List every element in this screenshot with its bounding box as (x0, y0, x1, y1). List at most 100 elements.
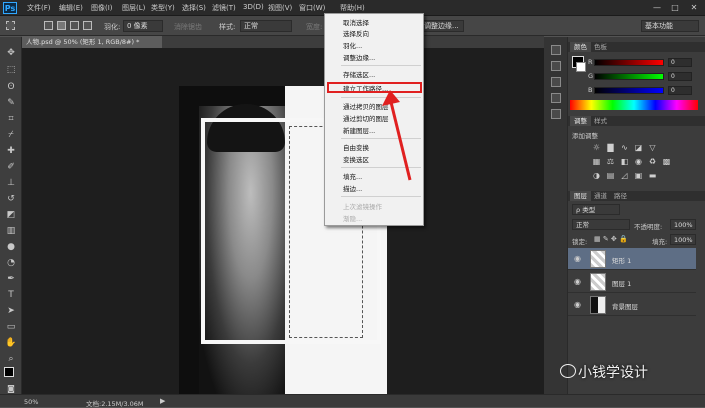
tab-paths[interactable]: 路径 (610, 191, 631, 201)
color-balance-icon[interactable]: ⚖ (606, 157, 615, 166)
close-window-button[interactable]: ✕ (686, 2, 702, 14)
healing-tool-icon[interactable]: ✚ (4, 145, 18, 158)
menu-refine-edge[interactable]: 调整边缘... (343, 52, 375, 62)
menu-select[interactable]: 选择(S) (182, 3, 206, 13)
zoom-tool-icon[interactable]: ⌕ (4, 353, 18, 366)
crop-tool-icon[interactable]: ⌗ (4, 113, 18, 126)
opacity-input[interactable]: 100% (670, 219, 696, 230)
history-panel-icon[interactable] (551, 45, 561, 55)
eye-icon[interactable]: ◉ (574, 300, 581, 309)
r-value[interactable]: 0 (668, 58, 692, 67)
intersect-selection-icon[interactable] (83, 21, 92, 30)
minimize-button[interactable]: — (649, 2, 665, 14)
fill-input[interactable]: 100% (670, 234, 696, 245)
menu-select-inverse[interactable]: 选择反向 (343, 28, 369, 38)
hand-tool-icon[interactable]: ✋ (4, 337, 18, 350)
menu-view[interactable]: 视图(V) (268, 3, 292, 13)
refine-edge-button[interactable]: 调整边缘... (420, 20, 464, 32)
layer-name[interactable]: 图层 1 (612, 278, 631, 288)
lasso-tool-icon[interactable]: ʘ (4, 81, 18, 94)
layer-name[interactable]: 背景图层 (612, 301, 638, 311)
maximize-button[interactable]: □ (667, 2, 683, 14)
feather-input[interactable]: 0 像素 (123, 20, 163, 32)
pen-tool-icon[interactable]: ✒ (4, 273, 18, 286)
menu-transform-selection[interactable]: 变换选区 (343, 154, 369, 164)
tab-adjustments[interactable]: 调整 (570, 116, 591, 126)
eye-icon[interactable]: ◉ (574, 277, 581, 286)
tab-color[interactable]: 颜色 (570, 42, 591, 52)
menu-new-layer[interactable]: 新建图层... (343, 125, 375, 135)
curves-icon[interactable]: ∿ (620, 143, 629, 152)
document-tab[interactable]: 人物.psd @ 50% (矩形 1, RGB/8#) * (22, 36, 162, 48)
layer-row[interactable]: ◉ 背景图层 (568, 294, 696, 316)
style-select[interactable]: 正常 (240, 20, 292, 32)
character-panel-icon[interactable] (551, 93, 561, 103)
gradient-map-icon[interactable]: ▬ (648, 171, 657, 180)
photo-filter-icon[interactable]: ◉ (634, 157, 643, 166)
status-arrow-icon[interactable]: ▶ (160, 397, 165, 405)
menu-deselect[interactable]: 取消选择 (343, 17, 369, 27)
color-background-swatch[interactable] (576, 62, 586, 72)
properties-panel-icon[interactable] (551, 77, 561, 87)
g-slider[interactable] (594, 73, 664, 80)
hue-sat-icon[interactable]: ▦ (592, 157, 601, 166)
vibrance-icon[interactable]: ▽ (648, 143, 657, 152)
blur-tool-icon[interactable]: ● (4, 241, 18, 254)
color-spectrum-bar[interactable] (570, 100, 698, 110)
menu-fill[interactable]: 填充... (343, 171, 362, 181)
brightness-icon[interactable]: ☼ (592, 143, 601, 152)
b-slider[interactable] (594, 87, 664, 94)
b-value[interactable]: 0 (668, 86, 692, 95)
tab-styles[interactable]: 样式 (590, 116, 611, 126)
channel-mixer-icon[interactable]: ♻ (648, 157, 657, 166)
add-selection-icon[interactable] (57, 21, 66, 30)
invert-icon[interactable]: ◑ (592, 171, 601, 180)
posterize-icon[interactable]: ▤ (606, 171, 615, 180)
workspace-select[interactable]: 基本功能 (641, 20, 699, 32)
layer-name[interactable]: 矩形 1 (612, 255, 631, 265)
move-tool-icon[interactable]: ✥ (4, 47, 18, 60)
menu-feather[interactable]: 羽化... (343, 40, 362, 50)
selective-color-icon[interactable]: ▣ (634, 171, 643, 180)
color-lookup-icon[interactable]: ▩ (662, 157, 671, 166)
tab-swatches[interactable]: 色板 (590, 42, 611, 52)
menu-save-selection[interactable]: 存储选区... (343, 69, 375, 79)
gradient-tool-icon[interactable]: ▥ (4, 225, 18, 238)
quick-select-tool-icon[interactable]: ✎ (4, 97, 18, 110)
layer-row[interactable]: ◉ 矩形 1 (568, 248, 696, 270)
dodge-tool-icon[interactable]: ◔ (4, 257, 18, 270)
tab-channels[interactable]: 通道 (590, 191, 611, 201)
eraser-tool-icon[interactable]: ◩ (4, 209, 18, 222)
foreground-color-swatch[interactable] (4, 367, 14, 377)
menu-image[interactable]: 图像(I) (91, 3, 113, 13)
zoom-level[interactable]: 50% (24, 398, 38, 406)
eyedropper-tool-icon[interactable]: ⌿ (4, 129, 18, 142)
lock-icons[interactable]: ▦ ✎ ✥ 🔒 (594, 235, 628, 243)
levels-icon[interactable]: ▇ (606, 143, 615, 152)
paragraph-panel-icon[interactable] (551, 109, 561, 119)
menu-window[interactable]: 窗口(W) (299, 3, 325, 13)
shape-tool-icon[interactable]: ▭ (4, 321, 18, 334)
menu-free-transform[interactable]: 自由变换 (343, 142, 369, 152)
history-brush-icon[interactable]: ↺ (4, 193, 18, 206)
brush-tool-icon[interactable]: ✐ (4, 161, 18, 174)
g-value[interactable]: 0 (668, 72, 692, 81)
type-tool-icon[interactable]: T (4, 289, 18, 302)
menu-filter[interactable]: 滤镜(T) (212, 3, 236, 13)
menu-help[interactable]: 帮助(H) (340, 3, 365, 13)
menu-3d[interactable]: 3D(D) (243, 3, 264, 11)
menu-file[interactable]: 文件(F) (27, 3, 51, 13)
marquee-preset-icon[interactable] (6, 21, 15, 30)
antialias-checkbox[interactable]: 消除锯齿 (174, 22, 202, 32)
black-white-icon[interactable]: ◧ (620, 157, 629, 166)
layer-filter-select[interactable]: ρ 类型 (572, 204, 620, 215)
eye-icon[interactable]: ◉ (574, 254, 581, 263)
exposure-icon[interactable]: ◪ (634, 143, 643, 152)
menu-edit[interactable]: 编辑(E) (59, 3, 83, 13)
stamp-tool-icon[interactable]: ⊥ (4, 177, 18, 190)
subtract-selection-icon[interactable] (70, 21, 79, 30)
menu-stroke[interactable]: 描边... (343, 183, 362, 193)
r-slider[interactable] (594, 59, 664, 66)
new-selection-icon[interactable] (44, 21, 53, 30)
menu-type[interactable]: 类型(Y) (151, 3, 175, 13)
